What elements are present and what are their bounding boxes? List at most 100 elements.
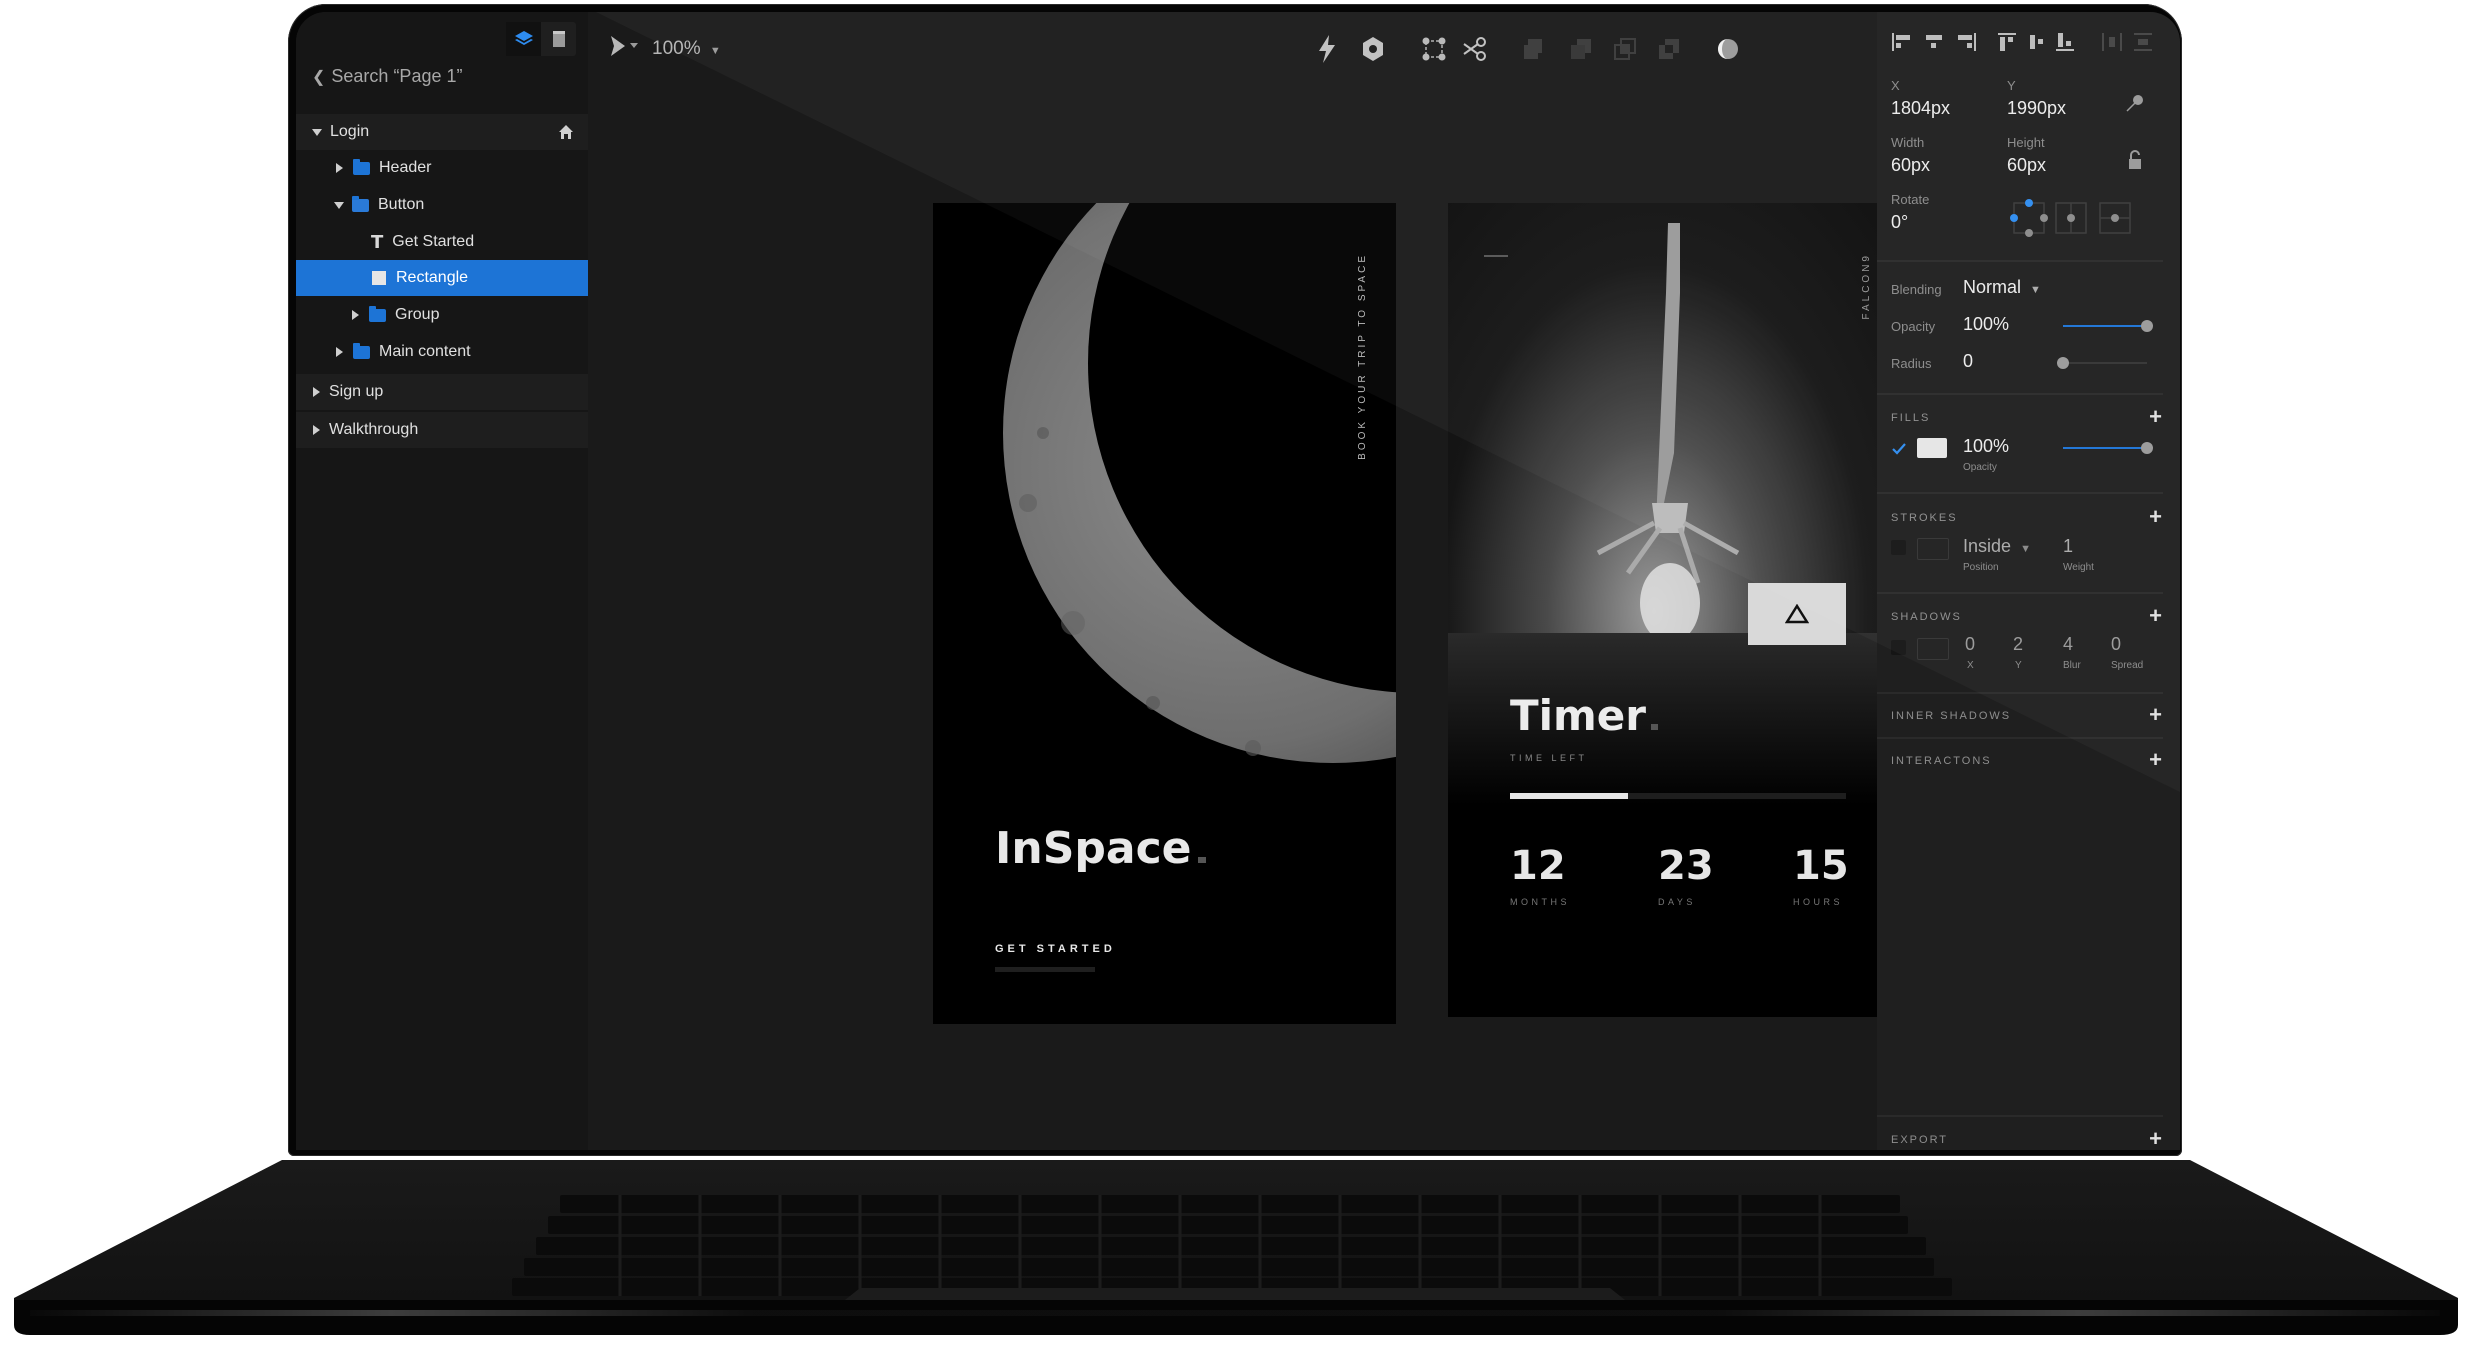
stroke-checkbox[interactable]: [1891, 540, 1906, 555]
layer-artboard-sign-up[interactable]: Sign up: [296, 374, 588, 410]
get-started-button[interactable]: GET STARTED: [995, 943, 1116, 955]
app-title-text: InSpace: [995, 823, 1192, 874]
export-heading: EXPORT: [1891, 1134, 1949, 1146]
align-center-h-icon[interactable]: [1923, 32, 1945, 52]
checkmark-icon[interactable]: [1891, 442, 1907, 456]
component-icon[interactable]: [1362, 36, 1384, 62]
x-input[interactable]: 1804px: [1891, 98, 1950, 119]
radius-input[interactable]: 0: [1963, 351, 1973, 372]
lightning-icon[interactable]: [1316, 34, 1338, 64]
layer-artboard-login[interactable]: Login: [296, 114, 588, 150]
align-top-icon[interactable]: [1997, 32, 2019, 52]
intersect-icon[interactable]: [1614, 38, 1636, 60]
page-icon: [552, 31, 565, 47]
layer-label: Button: [378, 196, 425, 213]
caret-down-icon[interactable]: [312, 128, 322, 136]
scissors-icon[interactable]: [1462, 36, 1488, 62]
layer-group[interactable]: Group: [296, 297, 588, 333]
subtract-icon[interactable]: [1570, 38, 1592, 60]
distribute-horizontal-icon[interactable]: [2101, 32, 2123, 52]
layer-button[interactable]: Button: [296, 187, 588, 223]
caret-down-icon[interactable]: [334, 201, 344, 209]
select-tool-button[interactable]: [608, 34, 642, 64]
add-stroke-button[interactable]: +: [2149, 506, 2162, 528]
layer-artboard-walkthrough[interactable]: Walkthrough: [296, 412, 588, 448]
artboard-login[interactable]: BOOK YOUR TRIP TO SPACE InSpace GET STAR…: [933, 203, 1396, 1024]
distribute-vertical-icon[interactable]: [2133, 32, 2155, 52]
tab-pages[interactable]: [541, 22, 576, 56]
align-right-icon[interactable]: [1955, 32, 1977, 52]
constraint-horizontal-icon[interactable]: [2055, 202, 2087, 234]
shadow-y-input[interactable]: 2: [2013, 634, 2023, 655]
opacity-input[interactable]: 100%: [1963, 314, 2009, 335]
stroke-color-swatch[interactable]: [1917, 538, 1949, 560]
y-input[interactable]: 1990px: [2007, 98, 2066, 119]
menu-dash[interactable]: [1484, 255, 1508, 257]
add-shadow-button[interactable]: +: [2149, 605, 2162, 627]
bounding-box-icon[interactable]: [1422, 37, 1446, 61]
shadow-color-swatch[interactable]: [1917, 638, 1949, 660]
caret-right-icon[interactable]: [336, 347, 343, 357]
artboard-timer[interactable]: FALCON9 Timer TIME LEFT 12 MONTHS 23 DAY…: [1448, 203, 1906, 1017]
fill-opacity-slider[interactable]: [2063, 442, 2153, 454]
rocket-illustration: [1596, 223, 1740, 633]
add-inner-shadow-button[interactable]: +: [2149, 704, 2162, 726]
width-input[interactable]: 60px: [1891, 155, 1930, 176]
counter-value: 15: [1793, 843, 1849, 889]
pin-icon[interactable]: [2125, 94, 2145, 114]
slider-fill: [2063, 447, 2147, 449]
rotate-input[interactable]: 0°: [1891, 212, 1908, 233]
canvas[interactable]: 100% ▼ BOOK YOUR TRIP TO SPACE InSpace G…: [588, 12, 2180, 1150]
align-middle-icon[interactable]: [2027, 32, 2049, 52]
shadow-checkbox[interactable]: [1891, 640, 1906, 655]
layer-main-content[interactable]: Main content: [296, 334, 588, 370]
layer-get-started[interactable]: T Get Started: [296, 224, 588, 260]
radius-slider[interactable]: [2057, 357, 2147, 369]
divider: [1877, 1115, 2163, 1117]
height-label: Height: [2007, 135, 2045, 150]
zoom-dropdown[interactable]: 100% ▼: [652, 38, 721, 60]
add-interaction-button[interactable]: +: [2149, 749, 2162, 771]
search-back[interactable]: ❮ Search “Page 1”: [312, 66, 462, 87]
fill-opacity-input[interactable]: 100%: [1963, 436, 2009, 457]
caret-right-icon[interactable]: [336, 163, 343, 173]
mask-icon[interactable]: [1716, 36, 1740, 62]
difference-icon[interactable]: [1658, 38, 1680, 60]
caret-right-icon[interactable]: [313, 425, 320, 435]
stroke-position-dropdown[interactable]: Inside ▼: [1963, 536, 2031, 557]
tab-layers[interactable]: [506, 22, 541, 56]
trackpad[interactable]: [845, 1288, 1625, 1300]
shadow-spread-input[interactable]: 0: [2111, 634, 2121, 655]
align-left-icon[interactable]: [1891, 32, 1913, 52]
layer-label: Main content: [379, 343, 471, 360]
align-bottom-icon[interactable]: [2055, 32, 2077, 52]
caret-down-icon: ▼: [2020, 543, 2031, 555]
slider-knob[interactable]: [2141, 442, 2153, 454]
add-export-button[interactable]: +: [2149, 1128, 2162, 1150]
fill-color-swatch[interactable]: [1917, 438, 1947, 458]
opacity-slider[interactable]: [2063, 320, 2153, 332]
blending-dropdown[interactable]: Normal ▼: [1963, 277, 2041, 298]
caret-right-icon[interactable]: [352, 310, 359, 320]
app-title: InSpace: [995, 823, 1206, 874]
add-fill-button[interactable]: +: [2149, 406, 2162, 428]
shadow-x-input[interactable]: 0: [1965, 634, 1975, 655]
shadow-blur-input[interactable]: 4: [2063, 634, 2073, 655]
height-input[interactable]: 60px: [2007, 155, 2046, 176]
counter-months: 12 MONTHS: [1510, 843, 1570, 907]
layer-rectangle[interactable]: Rectangle: [296, 260, 588, 296]
constraints-widget[interactable]: [2007, 196, 2051, 238]
caret-right-icon[interactable]: [313, 387, 320, 397]
layer-header[interactable]: Header: [296, 150, 588, 186]
stroke-weight-input[interactable]: 1: [2063, 536, 2073, 557]
up-button[interactable]: [1748, 583, 1846, 645]
get-started-underline: [995, 967, 1095, 972]
slider-knob[interactable]: [2057, 357, 2069, 369]
home-icon[interactable]: [558, 124, 574, 140]
unlock-icon[interactable]: [2127, 150, 2143, 170]
slider-knob[interactable]: [2141, 320, 2153, 332]
constraint-vertical-icon[interactable]: [2099, 202, 2131, 234]
folder-icon: [353, 342, 370, 359]
sidebar-tabs: [506, 22, 576, 56]
union-icon[interactable]: [1522, 38, 1544, 60]
